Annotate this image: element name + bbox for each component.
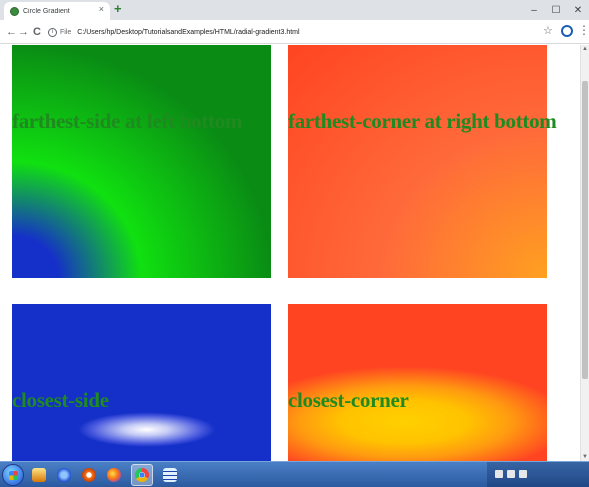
profile-icon[interactable] bbox=[561, 25, 573, 37]
browser-tab[interactable]: Circle Gradient × bbox=[4, 2, 110, 20]
url-text[interactable]: C:/Users/hp/Desktop/TutorialsandExamples… bbox=[77, 29, 299, 36]
reload-button[interactable]: C bbox=[33, 25, 41, 39]
gradient-box-closest-side: closest-side bbox=[12, 304, 271, 461]
vertical-scrollbar[interactable]: ▲ ▼ bbox=[580, 45, 589, 461]
browser-toolbar: ← → C i File C:/Users/hp/Desktop/Tutoria… bbox=[0, 20, 589, 44]
internet-explorer-icon[interactable] bbox=[53, 464, 75, 486]
forward-button[interactable]: → bbox=[18, 25, 29, 39]
page-viewport: farthest-side at left bottom farthest-co… bbox=[0, 45, 580, 461]
start-orb-icon[interactable] bbox=[2, 464, 24, 486]
tray-volume-icon[interactable] bbox=[519, 470, 527, 478]
firefox-icon[interactable] bbox=[103, 464, 125, 486]
page-favicon-icon bbox=[10, 6, 19, 16]
gradient-box-closest-corner: closest-corner bbox=[288, 304, 547, 461]
url-scheme-label: File bbox=[60, 28, 72, 36]
box-heading: closest-side bbox=[12, 388, 109, 412]
browser-titlebar: Circle Gradient × + – ☐ ✕ bbox=[0, 0, 589, 20]
scroll-up-arrow-icon[interactable]: ▲ bbox=[582, 46, 588, 52]
menu-kebab-icon[interactable]: ⋮ bbox=[578, 23, 589, 37]
gradient-box-farthest-side: farthest-side at left bottom bbox=[12, 45, 271, 278]
tab-title: Circle Gradient bbox=[23, 7, 70, 15]
media-player-icon[interactable] bbox=[78, 464, 100, 486]
back-button[interactable]: ← bbox=[6, 25, 17, 39]
maximize-button[interactable]: ☐ bbox=[545, 0, 567, 20]
tray-flag-icon[interactable] bbox=[495, 470, 503, 478]
new-tab-button[interactable]: + bbox=[114, 2, 122, 16]
gradient-box-farthest-corner: farthest-corner at right bottom bbox=[288, 45, 557, 278]
chrome-icon[interactable] bbox=[131, 464, 153, 486]
box-heading: farthest-side at left bottom bbox=[12, 109, 243, 133]
box-heading: closest-corner bbox=[288, 388, 409, 412]
system-tray bbox=[487, 462, 589, 487]
windows-taskbar bbox=[0, 461, 589, 487]
minimize-button[interactable]: – bbox=[523, 0, 545, 20]
scroll-down-arrow-icon[interactable]: ▼ bbox=[582, 454, 588, 460]
address-bar[interactable]: i File C:/Users/hp/Desktop/TutorialsandE… bbox=[48, 24, 548, 40]
tab-close-icon[interactable]: × bbox=[99, 4, 104, 14]
scrollbar-thumb[interactable] bbox=[582, 81, 588, 379]
box-heading: farthest-corner at right bottom bbox=[288, 109, 557, 133]
text-editor-icon[interactable] bbox=[159, 464, 181, 486]
close-window-button[interactable]: ✕ bbox=[567, 0, 589, 20]
bookmark-star-icon[interactable]: ☆ bbox=[543, 24, 553, 37]
tray-network-icon[interactable] bbox=[507, 470, 515, 478]
info-icon[interactable]: i bbox=[48, 27, 57, 37]
file-explorer-icon[interactable] bbox=[28, 464, 50, 486]
window-controls: – ☐ ✕ bbox=[523, 0, 589, 20]
clock-area[interactable] bbox=[549, 468, 583, 482]
tray-icons[interactable] bbox=[495, 470, 535, 478]
